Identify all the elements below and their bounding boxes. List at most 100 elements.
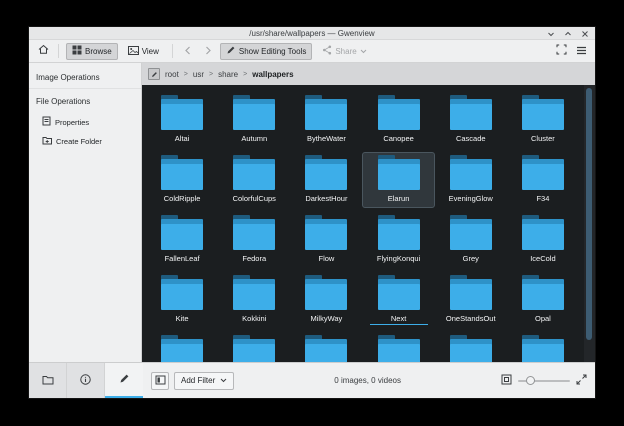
folder-item[interactable]: MilkyWay xyxy=(290,272,362,328)
back-button[interactable] xyxy=(180,43,196,60)
folder-item[interactable]: Kite xyxy=(146,272,218,328)
folder-item[interactable] xyxy=(218,332,290,362)
folder-icon xyxy=(377,155,421,190)
folder-icon xyxy=(304,215,348,250)
home-icon xyxy=(38,42,49,60)
breadcrumb-separator: > xyxy=(243,71,247,78)
folder-label: EveningGlow xyxy=(449,194,493,203)
zoom-slider-handle[interactable] xyxy=(526,376,535,385)
folder-item[interactable]: ColorfulCups xyxy=(218,152,290,208)
folder-label: DarkestHour xyxy=(305,194,347,203)
tab-folders[interactable] xyxy=(29,363,67,398)
folder-label: Cluster xyxy=(531,134,555,143)
folder-item[interactable]: FallenLeaf xyxy=(146,212,218,268)
folder-label: Next xyxy=(391,314,406,323)
properties-label: Properties xyxy=(55,118,89,127)
folder-icon xyxy=(160,275,204,310)
folder-label: IceCold xyxy=(530,254,555,263)
image-icon xyxy=(128,46,139,57)
folder-item[interactable]: EveningGlow xyxy=(435,152,507,208)
folder-item[interactable]: Fedora xyxy=(218,212,290,268)
folder-item[interactable]: Autumn xyxy=(218,92,290,148)
hamburger-menu-button[interactable] xyxy=(573,43,589,60)
folder-icon xyxy=(160,335,204,362)
folder-item[interactable] xyxy=(146,332,218,362)
folder-item[interactable] xyxy=(507,332,579,362)
folder-icon xyxy=(304,275,348,310)
folder-label: MilkyWay xyxy=(311,314,343,323)
folder-item[interactable] xyxy=(290,332,362,362)
operations-sidebar: Image Operations File Operations Propert… xyxy=(29,63,142,362)
zoom-slider[interactable] xyxy=(518,376,570,386)
create-folder-item[interactable]: Create Folder xyxy=(29,132,141,151)
browse-grid-icon xyxy=(72,45,82,57)
folder-grid: Altai Autumn BytheWater Canopee xyxy=(146,92,579,362)
breadcrumb-item-usr[interactable]: usr xyxy=(193,70,204,79)
folder-item[interactable]: Next xyxy=(362,272,434,328)
folder-item[interactable]: DarkestHour xyxy=(290,152,362,208)
folder-item[interactable]: IceCold xyxy=(507,212,579,268)
zoom-actual-size-icon[interactable] xyxy=(576,372,587,390)
scrollbar-thumb[interactable] xyxy=(586,88,592,340)
folder-icon xyxy=(377,335,421,362)
folder-item[interactable]: Altai xyxy=(146,92,218,148)
folder-item[interactable]: Opal xyxy=(507,272,579,328)
titlebar[interactable]: /usr/share/wallpapers — Gwenview xyxy=(29,27,595,40)
add-filter-button[interactable]: Add Filter xyxy=(174,372,234,390)
folder-label: BytheWater xyxy=(307,134,346,143)
breadcrumb-item-root[interactable]: root xyxy=(165,70,179,79)
folder-icon xyxy=(521,155,565,190)
folder-item[interactable]: FlyingKonqui xyxy=(362,212,434,268)
folder-icon xyxy=(232,215,276,250)
edit-location-button[interactable] xyxy=(148,68,160,80)
folder-icon xyxy=(232,335,276,362)
folder-item[interactable]: Canopee xyxy=(362,92,434,148)
statusbar: Add Filter 0 images, 0 videos xyxy=(29,362,595,398)
filmstrip-icon xyxy=(155,372,166,390)
image-operations-heading: Image Operations xyxy=(29,69,141,88)
folder-item[interactable]: Flow xyxy=(290,212,362,268)
folder-label: Elarun xyxy=(388,194,410,203)
tab-operations[interactable] xyxy=(105,363,143,398)
zoom-fit-icon[interactable] xyxy=(501,372,512,390)
folder-icon xyxy=(304,95,348,130)
folder-item[interactable]: Cascade xyxy=(435,92,507,148)
close-button[interactable] xyxy=(581,30,589,38)
view-mode-button[interactable]: View xyxy=(122,43,165,60)
tab-information[interactable] xyxy=(67,363,105,398)
thumbnail-bar-toggle-button[interactable] xyxy=(151,372,169,390)
folder-item[interactable]: Kokkini xyxy=(218,272,290,328)
folder-label: Canopee xyxy=(383,134,413,143)
folder-item[interactable]: BytheWater xyxy=(290,92,362,148)
folder-label: F34 xyxy=(536,194,549,203)
folder-item[interactable]: Grey xyxy=(435,212,507,268)
breadcrumb-item-wallpapers[interactable]: wallpapers xyxy=(252,70,293,79)
maximize-button[interactable] xyxy=(564,30,572,38)
folder-label: FallenLeaf xyxy=(165,254,200,263)
folder-tab-icon xyxy=(42,372,54,390)
fullscreen-button[interactable] xyxy=(553,43,569,60)
folder-item[interactable] xyxy=(362,332,434,362)
share-button[interactable]: Share xyxy=(316,43,372,60)
folder-item[interactable]: F34 xyxy=(507,152,579,208)
folder-label: Flow xyxy=(318,254,334,263)
folder-item[interactable]: Cluster xyxy=(507,92,579,148)
folder-icon xyxy=(377,215,421,250)
breadcrumb-item-share[interactable]: share xyxy=(218,70,238,79)
pencil-icon xyxy=(226,45,236,57)
folder-icon xyxy=(232,95,276,130)
folder-item[interactable]: ColdRipple xyxy=(146,152,218,208)
folder-item[interactable]: Elarun xyxy=(362,152,434,208)
folder-item[interactable]: OneStandsOut xyxy=(435,272,507,328)
browse-mode-button[interactable]: Browse xyxy=(66,43,118,60)
folder-item[interactable] xyxy=(435,332,507,362)
forward-button[interactable] xyxy=(200,43,216,60)
show-editing-tools-button[interactable]: Show Editing Tools xyxy=(220,43,312,60)
hamburger-icon xyxy=(576,42,587,60)
toolbar-separator xyxy=(172,44,173,58)
home-button[interactable] xyxy=(35,43,51,60)
scrollbar-track[interactable] xyxy=(584,85,595,362)
folder-label: OneStandsOut xyxy=(446,314,496,323)
properties-item[interactable]: Properties xyxy=(29,112,141,132)
minimize-button[interactable] xyxy=(547,30,555,38)
